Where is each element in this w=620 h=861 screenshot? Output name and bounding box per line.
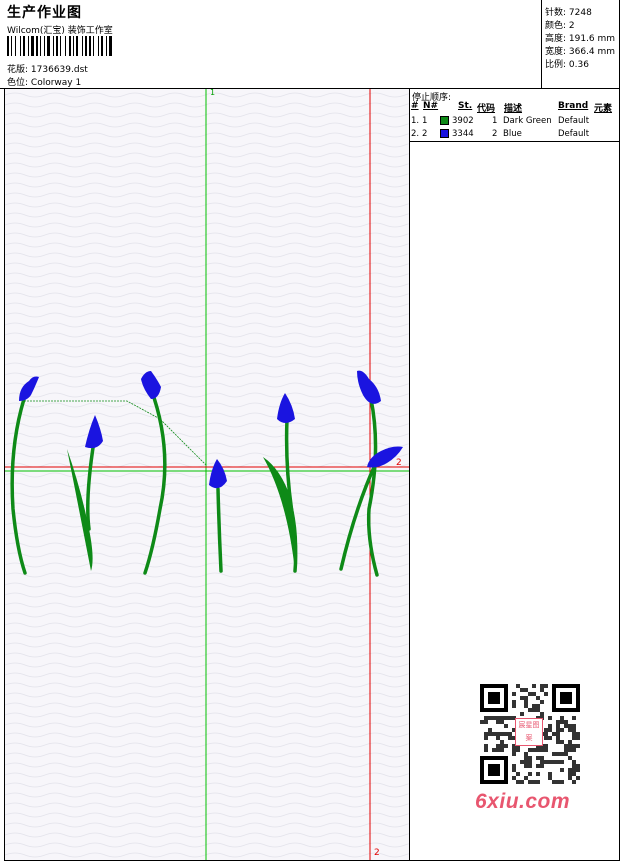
design-width: 宽度: 366.4 mm [545, 47, 616, 57]
red-guide-marker-bottom: 2 [374, 848, 380, 858]
page-title: 生产作业图 [7, 5, 82, 21]
row-brand: Default [558, 129, 590, 139]
col-needle: N# [423, 101, 439, 111]
studio-name: Wilcom(汇宝) 装饰工作室 [7, 26, 113, 36]
design-scale: 比例: 0.36 [545, 60, 589, 70]
row-index: 2. [411, 129, 420, 139]
row-brand: Default [558, 116, 590, 126]
colorway-line: 色位: Colorway 1 [7, 75, 81, 88]
header: 生产作业图 Wilcom(汇宝) 装饰工作室 花版: 1736639.dst 色… [0, 0, 620, 88]
col-index: # [411, 101, 419, 111]
row-needle: 2 [422, 129, 428, 139]
colorway-label: 色位: [7, 78, 29, 88]
design-height: 高度: 191.6 mm [545, 34, 616, 44]
col-brand: Brand [558, 101, 589, 111]
col-element: 元素 [594, 104, 613, 114]
green-guide-marker: 1 [210, 89, 216, 97]
col-stitches: St. [458, 101, 473, 111]
barcode-icon [7, 36, 112, 56]
design-label: 花版: [7, 65, 29, 75]
row-needle: 1 [422, 116, 428, 126]
colorway-name: Colorway 1 [30, 78, 82, 88]
col-description: 描述 [504, 104, 523, 114]
row-stitches: 3344 [452, 129, 474, 139]
row-description: Dark Green [503, 116, 552, 126]
seal-logo: 宸星图案 [515, 718, 543, 746]
row-code: 2 [492, 129, 498, 139]
table-divider [410, 141, 619, 142]
design-file-name: 1736639.dst [30, 65, 88, 75]
fabric-texture [5, 89, 409, 860]
color-count: 颜色: 2 [545, 21, 575, 31]
design-file-line: 花版: 1736639.dst [7, 62, 88, 75]
stats-box: 针数: 7248 颜色: 2 高度: 191.6 mm 宽度: 366.4 mm… [541, 0, 620, 88]
stitch-count: 针数: 7248 [545, 8, 592, 18]
row-index: 1. [411, 116, 420, 126]
red-guide-marker-right: 2 [396, 458, 402, 468]
row-code: 1 [492, 116, 498, 126]
row-description: Blue [503, 129, 522, 139]
col-code: 代码 [477, 104, 496, 114]
embroidery-preview [5, 89, 409, 860]
design-canvas[interactable]: 1 2 2 [5, 89, 409, 860]
color-swatch-green [440, 116, 449, 125]
color-swatch-blue [440, 129, 449, 138]
row-stitches: 3902 [452, 116, 474, 126]
watermark-site-text: 6xiu.com [475, 790, 571, 813]
